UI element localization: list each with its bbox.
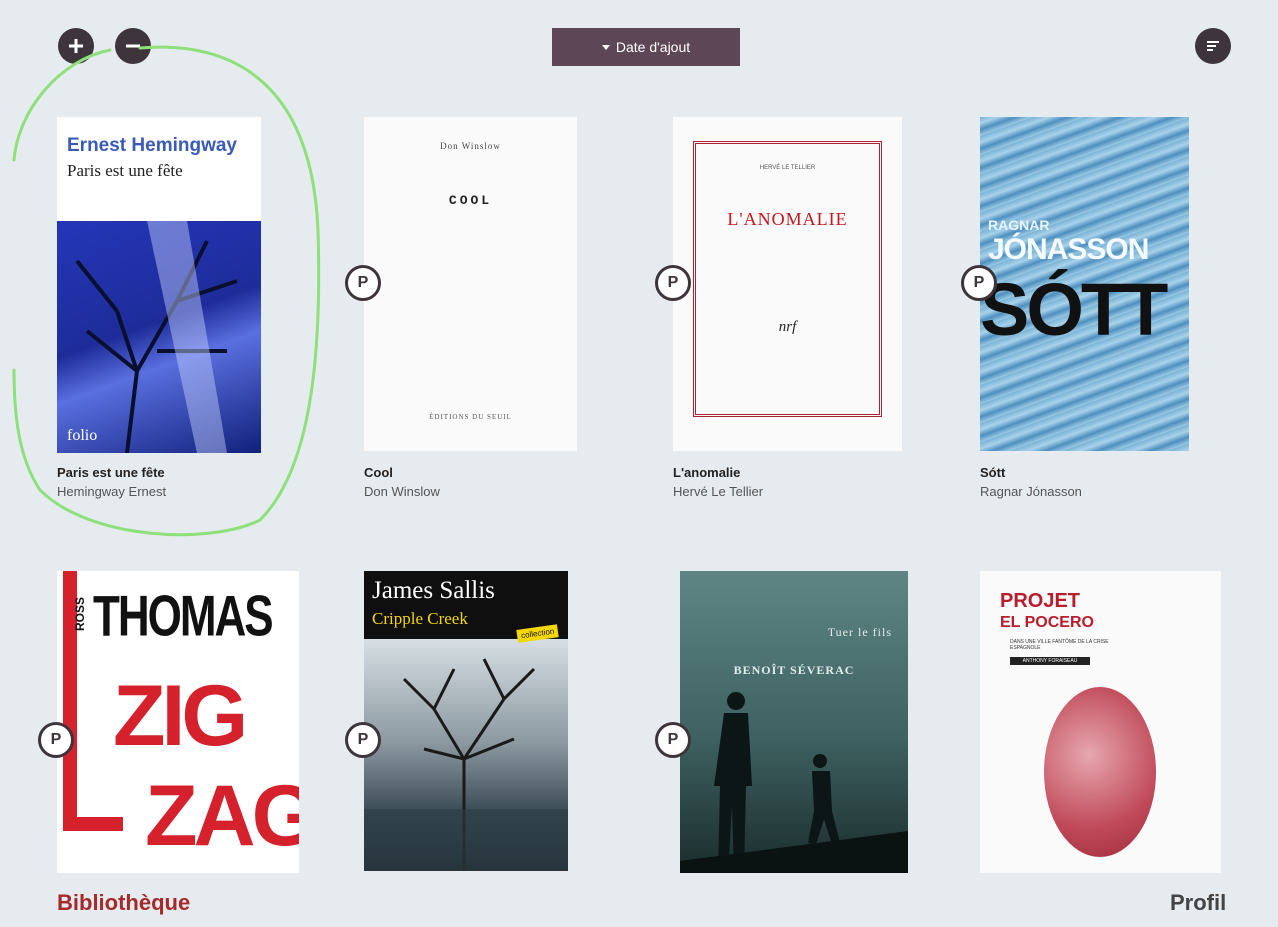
book-cover[interactable]: RAGNAR JÓNASSON SÓTT (980, 117, 1189, 451)
cover-title: COOL (448, 193, 493, 208)
book-meta: Paris est une fête Hemingway Ernest (57, 465, 166, 499)
p-badge: P (345, 722, 381, 758)
cover-author-last: JÓNASSON (988, 233, 1149, 266)
p-badge: P (38, 722, 74, 758)
p-badge: P (655, 265, 691, 301)
zoom-in-button[interactable] (58, 28, 94, 64)
p-badge: P (345, 265, 381, 301)
cover-title: SÓTT (980, 268, 1168, 351)
cover-title: L'ANOMALIE (727, 209, 848, 229)
book-title[interactable]: Cool (364, 465, 440, 480)
tree-illustration (364, 658, 568, 871)
minus-icon (126, 44, 140, 48)
p-badge: P (655, 722, 691, 758)
sort-options-button[interactable] (1195, 28, 1231, 64)
cover-author: James Sallis (372, 577, 495, 604)
cover-publisher: ÉDITIONS DU SEUIL (429, 413, 512, 421)
book-cover[interactable]: HERVÉ LE TELLIER L'ANOMALIE nrf (673, 117, 902, 451)
book-cover[interactable]: ROSS THOMAS ZIG ZAG (57, 571, 299, 873)
book-cover[interactable]: PROJET EL POCERO DANS UNE VILLE FANTÔME … (980, 571, 1221, 873)
cover-author-first: ROSS (73, 597, 87, 632)
book-meta: Sótt Ragnar Jónasson (980, 465, 1082, 499)
tree-illustration (75, 221, 238, 453)
cover-publisher: folio (67, 427, 98, 444)
cover-image (57, 221, 261, 453)
book-author: Don Winslow (364, 484, 440, 499)
cover-author: Don Winslow (440, 141, 501, 151)
book-title[interactable]: Sótt (980, 465, 1082, 480)
caret-down-icon (601, 44, 610, 50)
sort-label: Date d'ajout (615, 39, 691, 55)
book-meta: L'anomalie Hervé Le Tellier (673, 465, 763, 499)
book-author: Hervé Le Tellier (673, 484, 764, 499)
book-meta: Cool Don Winslow (364, 465, 440, 499)
book-cover[interactable]: Tuer le fils BENOÎT SÉVERAC (680, 571, 908, 873)
cover-author: ANTHONY FORAISEAU (1010, 657, 1090, 665)
cover-title: Tuer le fils (827, 625, 892, 639)
cover-author: Ernest Hemingway (67, 135, 237, 156)
book-cover[interactable]: Don Winslow COOL ÉDITIONS DU SEUIL (364, 117, 577, 451)
cover-mark: nrf (778, 319, 797, 335)
cover-author: HERVÉ LE TELLIER (759, 165, 816, 171)
book-cover[interactable]: Ernest Hemingway Paris est une fête foli… (57, 117, 261, 453)
plus-icon (69, 39, 83, 53)
cover-author-last: THOMAS (93, 585, 274, 649)
cover-subtitle: DANS UNE VILLE FANTÔME DE LA CRISE ESPAG… (1010, 639, 1109, 651)
cover-author: BENOÎT SÉVERAC (733, 663, 855, 677)
book-title[interactable]: Paris est une fête (57, 465, 166, 480)
cover-image (680, 571, 908, 873)
nav-library[interactable]: Bibliothèque (57, 890, 190, 916)
nav-profile[interactable]: Profil (1170, 890, 1226, 916)
p-badge: P (961, 265, 997, 301)
cover-title: PROJET EL POCERO (1000, 590, 1094, 632)
sort-dropdown[interactable]: Date d'ajout (552, 28, 740, 66)
book-title[interactable]: L'anomalie (673, 465, 763, 480)
book-author: Hemingway Ernest (57, 484, 167, 499)
cover-image (1044, 687, 1156, 857)
cover-image (364, 639, 568, 871)
cover-title-2: ZAG (145, 768, 299, 864)
zoom-out-button[interactable] (115, 28, 151, 64)
silhouette-illustration (680, 692, 908, 873)
cover-title-1: ZIG (113, 668, 248, 764)
cover-title: Cripple Creek (372, 609, 468, 628)
book-cover[interactable]: James Sallis Cripple Creek collection (364, 571, 568, 873)
book-author: Ragnar Jónasson (980, 484, 1082, 499)
cover-title: Paris est une fête (67, 161, 183, 180)
cover-author-first: RAGNAR (988, 217, 1050, 233)
sort-lines-icon (1207, 41, 1219, 51)
